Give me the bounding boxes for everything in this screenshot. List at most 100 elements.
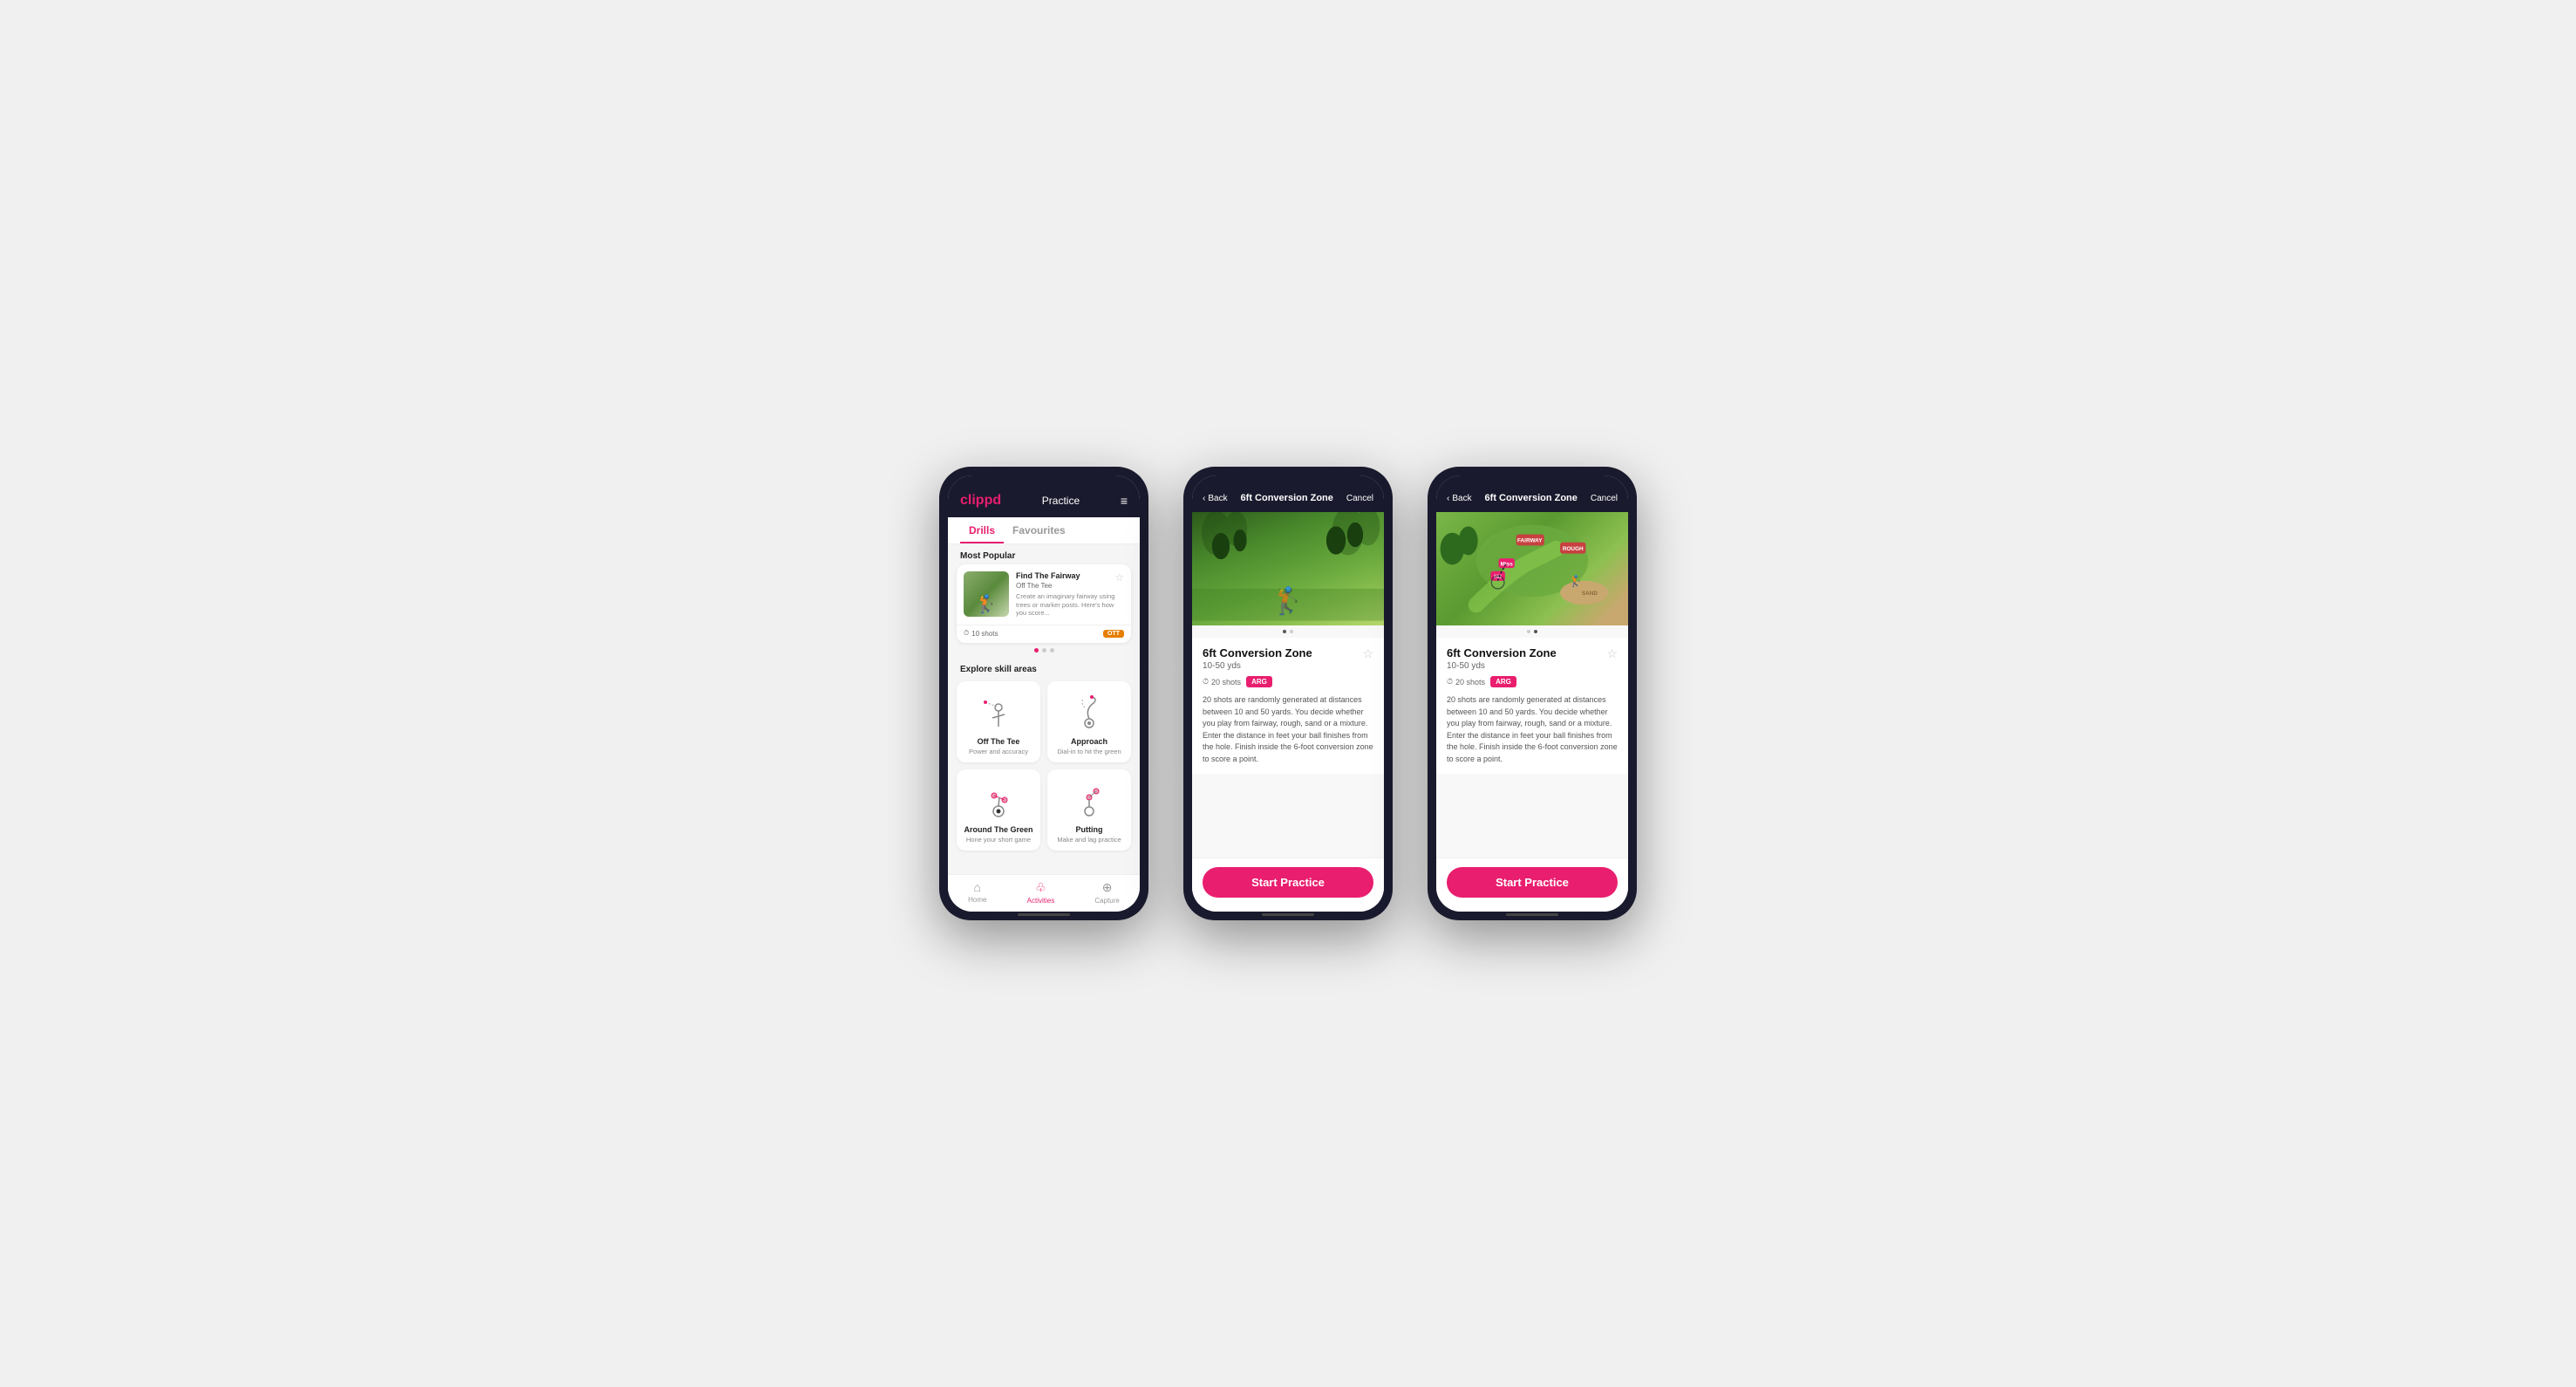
putting-name: Putting <box>1076 825 1103 834</box>
phone-notch <box>1262 467 1314 472</box>
detail-title: 6ft Conversion Zone <box>1203 646 1312 659</box>
carousel-dots <box>948 643 1140 658</box>
start-practice-button[interactable]: Start Practice <box>1203 867 1373 898</box>
drill-subtitle: Off The Tee <box>1016 582 1080 590</box>
skill-card-off-tee[interactable]: Off The Tee Power and accuracy <box>957 681 1040 762</box>
nav-activities[interactable]: ♧ Activities <box>1027 880 1055 905</box>
svg-text:SAND: SAND <box>1582 591 1598 597</box>
dot-3-1[interactable] <box>1527 630 1530 633</box>
home-indicator-2 <box>1262 913 1314 916</box>
phone-notch <box>1018 467 1070 472</box>
phone-2-screen: ‹ Back 6ft Conversion Zone Cancel 🏌️ <box>1192 475 1384 912</box>
start-practice-button-3[interactable]: Start Practice <box>1447 867 1618 898</box>
nav-capture[interactable]: ⊕ Capture <box>1094 880 1119 905</box>
capture-icon: ⊕ <box>1102 880 1113 895</box>
drill-favourite-icon[interactable]: ☆ <box>1114 571 1124 584</box>
dot-3-2[interactable] <box>1534 630 1537 633</box>
tag-arg-3: ARG <box>1490 676 1516 687</box>
start-btn-container-3: Start Practice <box>1436 857 1628 912</box>
detail-title-3: 6ft Conversion Zone <box>1447 646 1557 659</box>
hero-map-image: SAND FAIRWAY ROUGH Miss Hit <box>1436 512 1628 625</box>
drill-description: Create an imaginary fairway using trees … <box>1016 592 1124 618</box>
around-green-icon <box>977 778 1020 822</box>
svg-text:🏌️: 🏌️ <box>1569 574 1583 587</box>
home-icon: ⌂ <box>974 880 981 894</box>
phone2-header-title: 6ft Conversion Zone <box>1241 493 1333 503</box>
chevron-left-icon: ‹ <box>1203 494 1205 503</box>
back-button-3[interactable]: ‹ Back <box>1447 494 1472 503</box>
drill-detail-body: 6ft Conversion Zone 10-50 yds ☆ ⏱ 20 sho… <box>1192 638 1384 774</box>
dot-3[interactable] <box>1050 648 1054 653</box>
most-popular-label: Most Popular <box>948 544 1140 564</box>
drill-detail-content-3[interactable]: SAND FAIRWAY ROUGH Miss Hit <box>1436 512 1628 857</box>
nav-home[interactable]: ⌂ Home <box>968 880 986 905</box>
dot-2-2[interactable] <box>1290 630 1293 633</box>
drill-card-footer: ⏱ 10 shots OTT <box>957 625 1131 643</box>
around-green-desc: Hone your short game <box>966 836 1031 844</box>
drill-detail-body-3: 6ft Conversion Zone 10-50 yds ☆ ⏱ 20 sho… <box>1436 638 1628 774</box>
detail-meta-3: ⏱ 20 shots ARG <box>1447 676 1618 687</box>
phone3-header: ‹ Back 6ft Conversion Zone Cancel <box>1436 475 1628 512</box>
activities-icon: ♧ <box>1035 880 1046 895</box>
drill-detail-content[interactable]: 🏌️ 6ft Conversion Zone 10-50 yds <box>1192 512 1384 857</box>
svg-text:ROUGH: ROUGH <box>1563 546 1584 552</box>
detail-fav-icon[interactable]: ☆ <box>1362 646 1373 661</box>
clock-icon: ⏱ <box>964 629 969 638</box>
approach-name: Approach <box>1071 737 1107 746</box>
svg-text:Miss: Miss <box>1501 561 1514 567</box>
off-tee-name: Off The Tee <box>978 737 1020 746</box>
hero-golf-image: 🏌️ <box>1192 512 1384 625</box>
tab-favourites[interactable]: Favourites <box>1004 517 1074 543</box>
drill-thumbnail <box>964 571 1009 617</box>
scroll-content[interactable]: Most Popular Find The Fairway Off The Te… <box>948 544 1140 874</box>
putting-desc: Make and lag practice <box>1057 836 1121 844</box>
phone-1: clippd Practice ≡ Drills Favourites Most… <box>939 467 1148 920</box>
off-tee-icon <box>977 690 1020 734</box>
home-indicator-3 <box>1506 913 1558 916</box>
detail-description-3: 20 shots are randomly generated at dista… <box>1447 694 1618 765</box>
skill-card-putting[interactable]: Putting Make and lag practice <box>1047 769 1131 851</box>
phone1-header: clippd Practice ≡ <box>948 475 1140 517</box>
tag-arg: ARG <box>1246 676 1272 687</box>
around-green-name: Around The Green <box>964 825 1032 834</box>
detail-description: 20 shots are randomly generated at dista… <box>1203 694 1373 765</box>
tag-ott: OTT <box>1103 630 1124 638</box>
cancel-button[interactable]: Cancel <box>1346 494 1373 503</box>
detail-range: 10-50 yds <box>1203 661 1312 671</box>
cancel-button-3[interactable]: Cancel <box>1591 494 1618 503</box>
phone1-header-title: Practice <box>1042 495 1080 507</box>
svg-text:FAIRWAY: FAIRWAY <box>1517 538 1543 544</box>
detail-fav-icon-3[interactable]: ☆ <box>1606 646 1618 661</box>
approach-icon <box>1067 690 1111 734</box>
back-button[interactable]: ‹ Back <box>1203 494 1228 503</box>
phone-2: ‹ Back 6ft Conversion Zone Cancel 🏌️ <box>1183 467 1393 920</box>
detail-shots-3: ⏱ 20 shots <box>1447 677 1485 687</box>
dot-2[interactable] <box>1042 648 1046 653</box>
shots-clock-icon: ⏱ <box>1203 677 1209 687</box>
detail-range-3: 10-50 yds <box>1447 661 1557 671</box>
tab-drills[interactable]: Drills <box>960 517 1004 543</box>
off-tee-desc: Power and accuracy <box>969 748 1028 755</box>
drill-card-find-fairway[interactable]: Find The Fairway Off The Tee ☆ Create an… <box>957 564 1131 643</box>
start-btn-container: Start Practice <box>1192 857 1384 912</box>
phone3-header-title: 6ft Conversion Zone <box>1485 493 1578 503</box>
bottom-nav: ⌂ Home ♧ Activities ⊕ Capture <box>948 874 1140 912</box>
chevron-left-icon-3: ‹ <box>1447 494 1449 503</box>
dot-2-1[interactable] <box>1283 630 1286 633</box>
explore-label: Explore skill areas <box>948 658 1140 678</box>
skill-card-around-green[interactable]: Around The Green Hone your short game <box>957 769 1040 851</box>
drill-shots: ⏱ 10 shots <box>964 629 998 638</box>
phone-1-screen: clippd Practice ≡ Drills Favourites Most… <box>948 475 1140 912</box>
hamburger-icon[interactable]: ≡ <box>1121 494 1128 508</box>
skill-card-approach[interactable]: Approach Dial-in to hit the green <box>1047 681 1131 762</box>
skill-grid: Off The Tee Power and accuracy <box>948 678 1140 859</box>
detail-meta: ⏱ 20 shots ARG <box>1203 676 1373 687</box>
shots-clock-icon-3: ⏱ <box>1447 677 1453 687</box>
dot-1[interactable] <box>1034 648 1039 653</box>
putting-icon <box>1067 778 1111 822</box>
drill-title: Find The Fairway <box>1016 571 1080 581</box>
carousel-dots-2 <box>1192 625 1384 638</box>
detail-title-row: 6ft Conversion Zone 10-50 yds ☆ <box>1203 646 1373 671</box>
tabs-bar: Drills Favourites <box>948 517 1140 544</box>
phone2-header: ‹ Back 6ft Conversion Zone Cancel <box>1192 475 1384 512</box>
